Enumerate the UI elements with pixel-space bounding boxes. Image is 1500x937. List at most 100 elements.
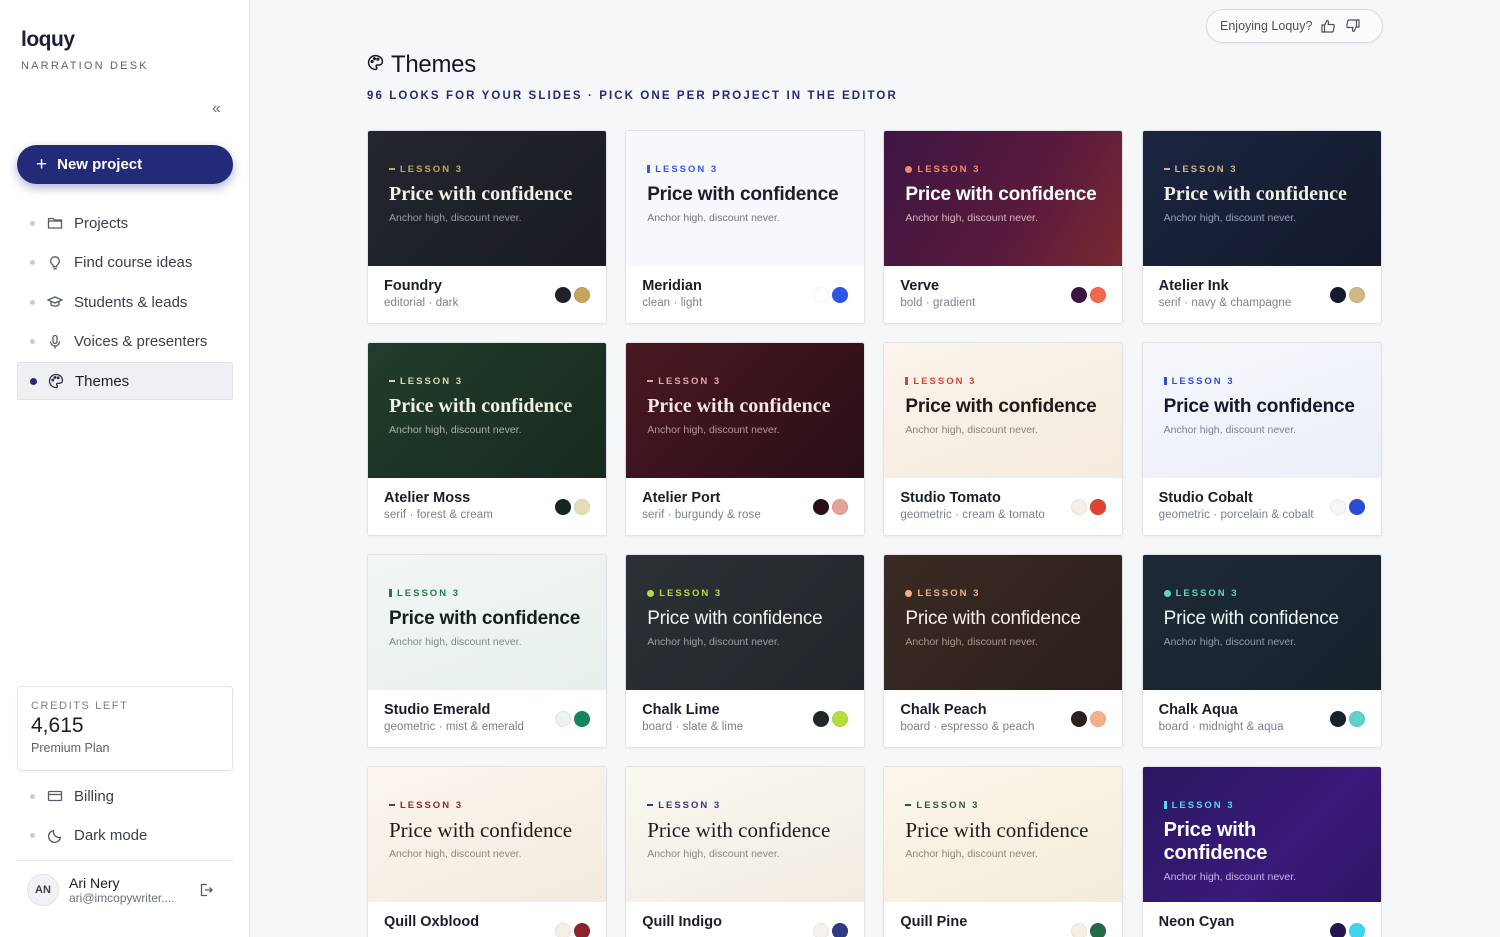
theme-card[interactable]: LESSON 3 Price with confidence Anchor high…: [1141, 554, 1382, 748]
preview-kicker-text: LESSON 3: [658, 375, 722, 387]
preview-kicker: LESSON 3: [905, 799, 1101, 811]
preview-subtitle: Anchor high, discount never.: [647, 636, 780, 648]
avatar[interactable]: AN: [27, 874, 59, 906]
preview-kicker-text: LESSON 3: [1174, 163, 1238, 175]
theme-preview: LESSON 3 Price with confidence Anchor high…: [1142, 343, 1381, 478]
feedback-label: Enjoying Loquy?: [1220, 19, 1313, 33]
preview-subtitle: Anchor high, discount never.: [389, 424, 522, 436]
theme-swatches: [810, 287, 849, 303]
sidebar-item-students-leads[interactable]: Students & leads: [17, 283, 233, 321]
color-swatch: [574, 711, 590, 727]
theme-meta: Verve bold · gradient: [884, 266, 1122, 323]
theme-card[interactable]: LESSON 3 Price with confidence Anchor high…: [1141, 130, 1382, 324]
sidebar-item-voices-presenters[interactable]: Voices & presenters: [17, 323, 233, 361]
color-swatch: [813, 287, 830, 303]
kicker-mark: [1163, 377, 1167, 385]
preview-title: Price with confidence: [647, 818, 831, 842]
preview-kicker: LESSON 3: [905, 587, 1101, 599]
theme-meta: Meridian clean · light: [626, 266, 864, 323]
theme-meta: Quill Oxblood: [368, 902, 606, 937]
theme-card[interactable]: LESSON 3 Price with confidence Anchor high…: [883, 130, 1124, 324]
new-project-button[interactable]: + New project: [17, 145, 233, 184]
sidebar-item-label: Find course ideas: [74, 254, 193, 272]
theme-card[interactable]: LESSON 3 Price with confidence Anchor high…: [1141, 342, 1382, 536]
logout-icon[interactable]: [198, 882, 214, 898]
theme-card[interactable]: LESSON 3 Price with confidence Anchor high…: [367, 342, 607, 536]
color-swatch: [1348, 287, 1365, 303]
preview-subtitle: Anchor high, discount never.: [647, 212, 780, 224]
brand-logo[interactable]: loquy: [21, 28, 75, 52]
color-swatch: [1348, 923, 1365, 937]
theme-card[interactable]: LESSON 3 Price with confidence Anchor high…: [883, 766, 1124, 937]
kicker-mark: [389, 168, 395, 170]
theme-card[interactable]: LESSON 3 Price with confidence Anchor high…: [625, 766, 866, 937]
theme-meta: Studio Emerald geometric · mist & emerald: [368, 690, 606, 747]
preview-title: Price with confidence: [389, 395, 573, 417]
credits-value: 4,615: [31, 714, 84, 737]
sidebar-item-label: Billing: [74, 787, 115, 805]
theme-preview: LESSON 3 Price with confidence Anchor high…: [884, 767, 1123, 902]
sidebar-item-projects[interactable]: Projects: [17, 204, 233, 242]
theme-swatches: [1068, 711, 1107, 727]
kicker-mark: [905, 165, 913, 173]
sidebar-item-themes[interactable]: Themes: [17, 362, 233, 401]
preview-kicker: LESSON 3: [1163, 375, 1360, 387]
color-swatch: [1071, 287, 1088, 303]
user-profile: AN Ari Nery ari@imcopywriter....: [27, 872, 227, 908]
collapse-sidebar-icon[interactable]: «: [212, 100, 228, 118]
theme-meta: Quill Indigo: [626, 902, 864, 937]
preview-title: Price with confidence: [1163, 396, 1355, 417]
theme-swatches: [552, 711, 590, 727]
color-swatch: [1329, 499, 1346, 515]
color-swatch: [1090, 287, 1107, 303]
color-swatch: [555, 287, 571, 303]
preview-subtitle: Anchor high, discount never.: [1163, 636, 1297, 648]
dark-mode-toggle[interactable]: Dark mode: [17, 817, 233, 855]
preview-kicker: LESSON 3: [647, 375, 843, 387]
thumbs-up-icon[interactable]: [1319, 17, 1337, 35]
kicker-mark: [389, 804, 395, 806]
color-swatch: [832, 499, 849, 515]
page-title: Themes: [391, 51, 476, 78]
preview-kicker-text: LESSON 3: [659, 587, 723, 599]
theme-preview: LESSON 3 Price with confidence Anchor high…: [626, 767, 865, 902]
preview-kicker: LESSON 3: [647, 587, 843, 599]
kicker-mark: [647, 804, 654, 806]
theme-card[interactable]: LESSON 3 Price with confidence Anchor high…: [883, 342, 1124, 536]
plus-icon: +: [36, 154, 48, 175]
theme-card[interactable]: LESSON 3 Price with confidence Anchor high…: [625, 554, 866, 748]
theme-card[interactable]: LESSON 3 Price with confidence Anchor high…: [367, 766, 607, 937]
sidebar-item-label: Students & leads: [74, 293, 188, 311]
preview-kicker-text: LESSON 3: [1171, 799, 1235, 811]
kicker-mark: [905, 377, 909, 385]
theme-meta: Neon Cyan: [1143, 902, 1381, 937]
preview-kicker: LESSON 3: [1163, 587, 1360, 599]
color-swatch: [1329, 711, 1346, 727]
theme-swatches: [552, 287, 590, 303]
preview-subtitle: Anchor high, discount never.: [389, 848, 522, 860]
preview-title: Price with confidence: [389, 818, 573, 842]
theme-meta: Atelier Ink serif · navy & champagne: [1143, 266, 1381, 323]
sidebar-item-billing[interactable]: Billing: [17, 777, 233, 815]
preview-subtitle: Anchor high, discount never.: [1163, 871, 1297, 883]
preview-kicker-text: LESSON 3: [1175, 587, 1239, 599]
thumbs-down-icon[interactable]: [1344, 17, 1362, 35]
theme-swatches: [1327, 287, 1365, 303]
preview-title: Price with confidence: [1163, 819, 1268, 864]
theme-card[interactable]: LESSON 3 Price with confidence Anchor high…: [625, 342, 866, 536]
theme-card[interactable]: LESSON 3 Price with confidence Anchor high…: [367, 554, 607, 748]
theme-card[interactable]: LESSON 3 Price with confidence Anchor high…: [883, 554, 1124, 748]
theme-card[interactable]: LESSON 3 Price with confidence Anchor high…: [367, 130, 607, 324]
kicker-mark: [1163, 801, 1167, 809]
kicker-mark: [647, 165, 651, 173]
sidebar: loquy NARRATION DESK « + New project Pro…: [0, 0, 250, 937]
theme-swatches: [552, 499, 590, 515]
nav-bullet: [30, 833, 35, 839]
color-swatch: [832, 711, 849, 727]
theme-preview: LESSON 3 Price with confidence Anchor high…: [368, 343, 606, 478]
preview-kicker: LESSON 3: [1163, 799, 1360, 811]
theme-card[interactable]: LESSON 3 Price with confidence Anchor high…: [1141, 766, 1382, 937]
preview-kicker-text: LESSON 3: [1171, 375, 1235, 387]
sidebar-item-find-course-ideas[interactable]: Find course ideas: [17, 244, 233, 282]
theme-card[interactable]: LESSON 3 Price with confidence Anchor high…: [625, 130, 866, 324]
